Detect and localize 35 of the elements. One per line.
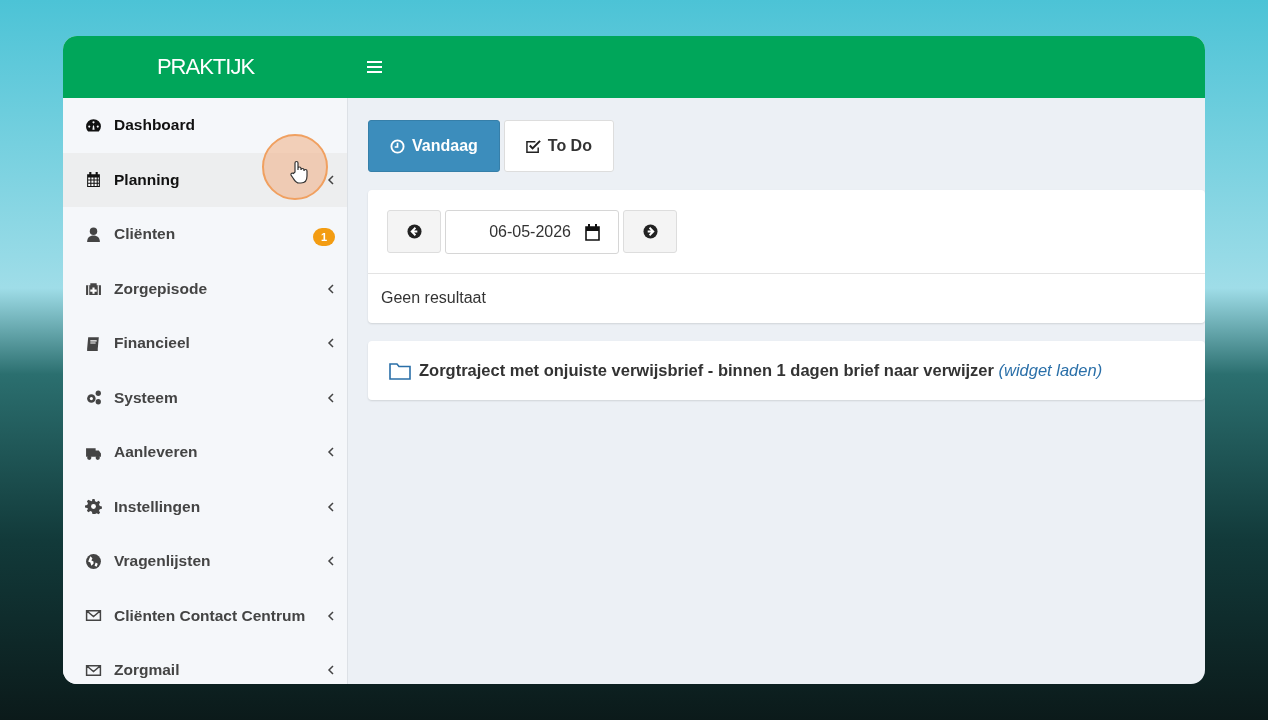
medical-kit-icon: [85, 280, 102, 298]
sidebar-item[interactable]: Vragenlijsten: [63, 534, 347, 589]
hand-pointer-icon: [289, 159, 309, 184]
gear-icon: [85, 498, 102, 516]
widget-title: Zorgtraject met onjuiste verwijsbrief - binnen 1 dagen brief naar verwijzer (widget laden): [419, 361, 1103, 380]
calendar-icon: [85, 171, 102, 189]
previous-day-button[interactable]: [387, 210, 441, 253]
sidebar-item[interactable]: Systeem: [63, 370, 347, 425]
sidebar-item[interactable]: Cliënten 1: [63, 207, 347, 262]
sidebar-item[interactable]: Zorgepisode: [63, 261, 347, 316]
checkbox-icon: [525, 138, 541, 154]
dashboard-icon: [85, 116, 102, 134]
sidebar-item[interactable]: Instellingen: [63, 479, 347, 534]
load-widget-link[interactable]: (widget laden): [998, 361, 1103, 379]
tab[interactable]: To Do: [503, 120, 614, 172]
book-icon: [85, 334, 102, 352]
sidebar-item[interactable]: Cliënten Contact Centrum: [63, 588, 347, 643]
sidebar-item[interactable]: Financieel: [63, 316, 347, 371]
count-badge: 1: [312, 228, 335, 247]
clock-icon: [390, 138, 405, 154]
sidebar-item[interactable]: Dashboard: [63, 98, 347, 153]
arrow-right-icon: [642, 224, 658, 239]
sidebar-item[interactable]: Planning: [63, 152, 347, 207]
sidebar-item[interactable]: Aanleveren: [63, 425, 347, 480]
empty-result-text: Geen resultaat: [380, 288, 487, 308]
user-icon: [85, 225, 102, 243]
arrow-left-icon: [406, 224, 422, 239]
folder-icon: [389, 361, 411, 380]
next-day-button[interactable]: [623, 210, 677, 253]
tab[interactable]: Vandaag: [368, 120, 500, 172]
sidebar-item[interactable]: Zorgmail: [63, 643, 347, 684]
globe-icon: [85, 552, 102, 570]
calendar-icon: [585, 223, 600, 241]
date-field[interactable]: 06-05-2026: [445, 210, 619, 254]
menu-icon[interactable]: [367, 61, 382, 73]
